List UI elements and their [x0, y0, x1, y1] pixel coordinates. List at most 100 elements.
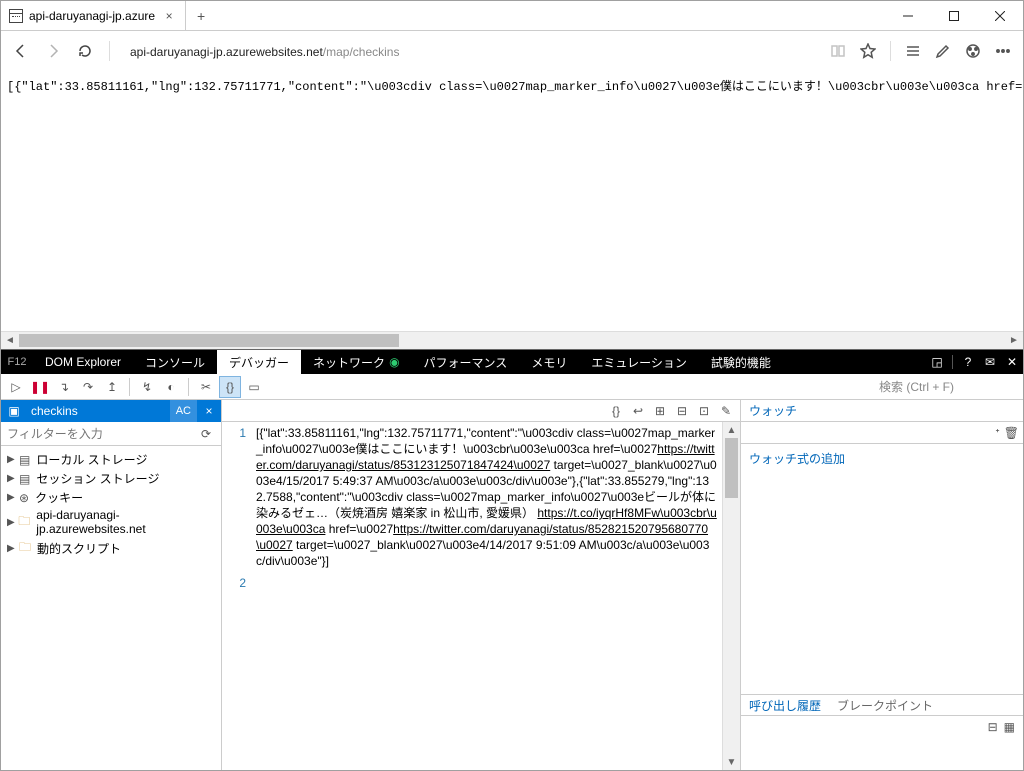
folder-icon: 🗀 [18, 512, 30, 533]
web-note-button[interactable] [929, 37, 957, 65]
devtools-undock-icon[interactable]: ◲ [926, 355, 948, 369]
tab-breakpoints[interactable]: ブレークポイント [837, 697, 933, 714]
db-icon: ▤ [19, 453, 30, 467]
file-tree: ▶▤ローカル ストレージ ▶▤セッション ストレージ ▶⊛クッキー ▶🗀api-… [1, 446, 221, 564]
exception-button[interactable]: ◐ [160, 376, 182, 398]
debugger-code-panel: {} ↩ ⊞ ⊟ ⊡ ✎ 1 2 [{"lat":33.85811161,"ln… [222, 400, 741, 770]
back-button[interactable] [7, 37, 35, 65]
folder-icon: 🗀 [19, 538, 31, 559]
code-gutter: 1 2 [222, 422, 252, 770]
f12-label: F12 [1, 350, 33, 374]
continue-button[interactable]: ▷ [5, 376, 27, 398]
pause-button[interactable]: ❚❚ [29, 376, 51, 398]
new-tab-button[interactable]: + [186, 1, 216, 30]
watch-header[interactable]: ウォッチ [741, 400, 1023, 422]
code-scrollbar[interactable]: ▲ ▼ [722, 422, 740, 770]
scroll-thumb[interactable] [725, 438, 738, 498]
scroll-up-arrow[interactable]: ▲ [723, 422, 740, 438]
tree-cookies[interactable]: ▶⊛クッキー [1, 488, 221, 507]
file-tab-name: checkins [27, 404, 170, 418]
cookie-icon: ⊛ [19, 491, 29, 505]
scroll-down-arrow[interactable]: ▼ [723, 754, 740, 770]
watch-body: ウォッチ式の追加 [741, 444, 1023, 694]
code-toolbar: {} ↩ ⊞ ⊟ ⊡ ✎ [222, 400, 740, 422]
devtools-help-icon[interactable]: ? [957, 355, 979, 369]
devtools-feedback-icon[interactable]: ✉ [979, 355, 1001, 369]
network-record-icon: ◉ [389, 355, 399, 369]
add-watch-link[interactable]: ウォッチ式の追加 [749, 450, 1015, 467]
navbar: api-daruyanagi-jp.azurewebsites.net/map/… [1, 31, 1023, 71]
library-frames-icon[interactable]: ▦ [1004, 720, 1015, 734]
reading-view-icon[interactable] [824, 37, 852, 65]
devtools: F12 DOM Explorer コンソール デバッガー ネットワーク ◉ パフ… [1, 349, 1023, 770]
minimize-button[interactable] [885, 1, 931, 30]
hub-button[interactable] [899, 37, 927, 65]
break-new-worker-button[interactable]: ↯ [136, 376, 158, 398]
file-tab-close-icon[interactable]: × [197, 404, 221, 418]
show-console-button[interactable]: ▭ [243, 376, 265, 398]
tree-local-storage[interactable]: ▶▤ローカル ストレージ [1, 450, 221, 469]
maximize-button[interactable] [931, 1, 977, 30]
devtools-close-icon[interactable]: ✕ [1001, 355, 1023, 369]
step-into-button[interactable]: ↴ [53, 376, 75, 398]
debugger-side-panel: ウォッチ ᐩ 🗑 ウォッチ式の追加 呼び出し履歴 ブレークポイント ⊟ ▦ [741, 400, 1023, 770]
step-out-button[interactable]: ↥ [101, 376, 123, 398]
tree-session-storage[interactable]: ▶▤セッション ストレージ [1, 469, 221, 488]
scroll-right-arrow[interactable]: ► [1005, 332, 1023, 349]
library-code-button[interactable]: ⊡ [694, 402, 714, 420]
refresh-button[interactable] [71, 37, 99, 65]
step-over-button[interactable]: ↷ [77, 376, 99, 398]
tab-console[interactable]: コンソール [133, 350, 217, 374]
more-button[interactable] [989, 37, 1017, 65]
favorite-button[interactable] [854, 37, 882, 65]
file-filter-input[interactable] [7, 427, 197, 441]
address-bar[interactable]: api-daruyanagi-jp.azurewebsites.net/map/… [120, 43, 820, 59]
open-file-tab[interactable]: ▣ checkins AC × [1, 400, 221, 422]
tab-experiments[interactable]: 試験的機能 [699, 350, 783, 374]
debugger-search-input[interactable]: 検索 (Ctrl + F) [879, 378, 1019, 395]
scroll-thumb[interactable] [19, 334, 399, 347]
horizontal-scrollbar[interactable]: ◄ ► [1, 331, 1023, 349]
titlebar: api-daruyanagi-jp.azure × + [1, 1, 1023, 31]
tab-debugger[interactable]: デバッガー [217, 350, 301, 374]
devtools-tabbar: F12 DOM Explorer コンソール デバッガー ネットワーク ◉ パフ… [1, 350, 1023, 374]
disconnect-button[interactable]: ✂ [195, 376, 217, 398]
tab-title: api-daruyanagi-jp.azure [29, 9, 155, 23]
window-controls [885, 1, 1023, 30]
close-button[interactable] [977, 1, 1023, 30]
my-code-button[interactable]: ⊟ [672, 402, 692, 420]
debugger-toolbar: ▷ ❚❚ ↴ ↷ ↥ ↯ ◐ ✂ {} ▭ 検索 (Ctrl + F) [1, 374, 1023, 400]
tab-callstack[interactable]: 呼び出し履歴 [749, 697, 821, 714]
tab-close-icon[interactable]: × [161, 9, 177, 23]
tab-memory[interactable]: メモリ [519, 350, 579, 374]
edit-button[interactable]: ✎ [716, 402, 736, 420]
tree-site-folder[interactable]: ▶🗀api-daruyanagi-jp.azurewebsites.net [1, 507, 221, 537]
file-refresh-icon[interactable]: ⟳ [197, 427, 215, 441]
browser-tab[interactable]: api-daruyanagi-jp.azure × [1, 1, 186, 30]
tree-dynamic-scripts[interactable]: ▶🗀動的スクリプト [1, 537, 221, 560]
pretty-print-button[interactable]: {} [606, 402, 626, 420]
callstack-body: ⊟ ▦ [741, 716, 1023, 770]
debugger-file-panel: ▣ checkins AC × ⟳ ▶▤ローカル ストレージ ▶▤セッション ス… [1, 400, 222, 770]
tab-network[interactable]: ネットワーク ◉ [301, 350, 412, 374]
share-button[interactable] [959, 37, 987, 65]
just-my-code-button[interactable]: {} [219, 376, 241, 398]
code-editor[interactable]: [{"lat":33.85811161,"lng":132.75711771,"… [252, 422, 722, 770]
tab-dom-explorer[interactable]: DOM Explorer [33, 350, 133, 374]
callstack-tabbar: 呼び出し履歴 ブレークポイント [741, 694, 1023, 716]
word-wrap-button[interactable]: ↩ [628, 402, 648, 420]
scroll-left-arrow[interactable]: ◄ [1, 332, 19, 349]
watch-delete-icon[interactable]: 🗑 [1004, 426, 1019, 440]
forward-button[interactable] [39, 37, 67, 65]
async-frames-icon[interactable]: ⊟ [988, 720, 998, 734]
page-content: [{"lat":33.85811161,"lng":132.75711771,"… [1, 71, 1023, 100]
file-tab-badge: AC [170, 400, 197, 422]
tab-emulation[interactable]: エミュレーション [579, 350, 699, 374]
tab-performance[interactable]: パフォーマンス [412, 350, 520, 374]
file-filter-row: ⟳ [1, 422, 221, 446]
source-map-button[interactable]: ⊞ [650, 402, 670, 420]
watch-add-icon[interactable]: ᐩ [995, 426, 1000, 440]
open-folder-icon[interactable]: ▣ [1, 404, 27, 418]
page-viewport: [{"lat":33.85811161,"lng":132.75711771,"… [1, 71, 1023, 331]
tab-favicon-icon [9, 9, 23, 23]
